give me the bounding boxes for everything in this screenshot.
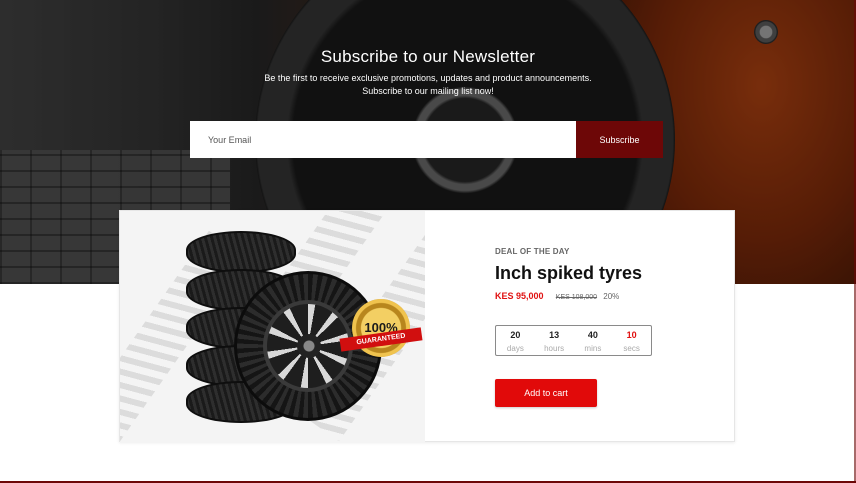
email-input[interactable] [190,121,576,158]
subscribe-button[interactable]: Subscribe [576,121,663,158]
add-to-cart-button[interactable]: Add to cart [495,379,597,407]
newsletter-title: Subscribe to our Newsletter [320,47,536,66]
wheel-rim [263,300,353,392]
countdown-timer: 20 days 13 hours 40 mins 10 secs [495,325,652,356]
product-title[interactable]: Inch spiked tyres [495,263,642,284]
countdown-mins: 40 mins [574,326,613,355]
countdown-label: hours [544,344,565,353]
guarantee-badge: 100% GUARANTEED [339,299,423,357]
current-price: KES 95,000 [495,291,544,301]
countdown-value: 40 [587,330,598,340]
deal-of-the-day-label: DEAL OF THE DAY [495,247,570,256]
price-row: KES 95,000 KES 108,000 20% [495,291,619,301]
old-price: KES 108,000 [555,294,598,301]
countdown-value: 20 [510,330,521,340]
tyre-stack-image [176,231,382,431]
countdown-value: 13 [549,330,560,340]
countdown-days: 20 days [496,326,535,355]
countdown-hours: 13 hours [535,326,574,355]
countdown-value: 10 [626,330,637,340]
product-image[interactable]: 100% GUARANTEED [120,211,425,443]
deal-info: DEAL OF THE DAY Inch spiked tyres KES 95… [495,211,735,443]
countdown-label: secs [623,344,640,353]
countdown-label: days [506,344,524,353]
discount-percent: 20% [603,292,620,301]
deal-card: 100% GUARANTEED DEAL OF THE DAY Inch spi… [119,210,735,443]
newsletter-description-line1: Be the first to receive exclusive promot… [264,73,592,83]
newsletter-description-line2: Subscribe to our mailing list now! [362,86,494,96]
stacked-tyre [186,231,296,273]
countdown-label: mins [584,344,602,353]
wheel-hub [297,334,321,358]
newsletter-description: Be the first to receive exclusive promot… [0,72,856,98]
countdown-secs: 10 secs [612,326,651,355]
